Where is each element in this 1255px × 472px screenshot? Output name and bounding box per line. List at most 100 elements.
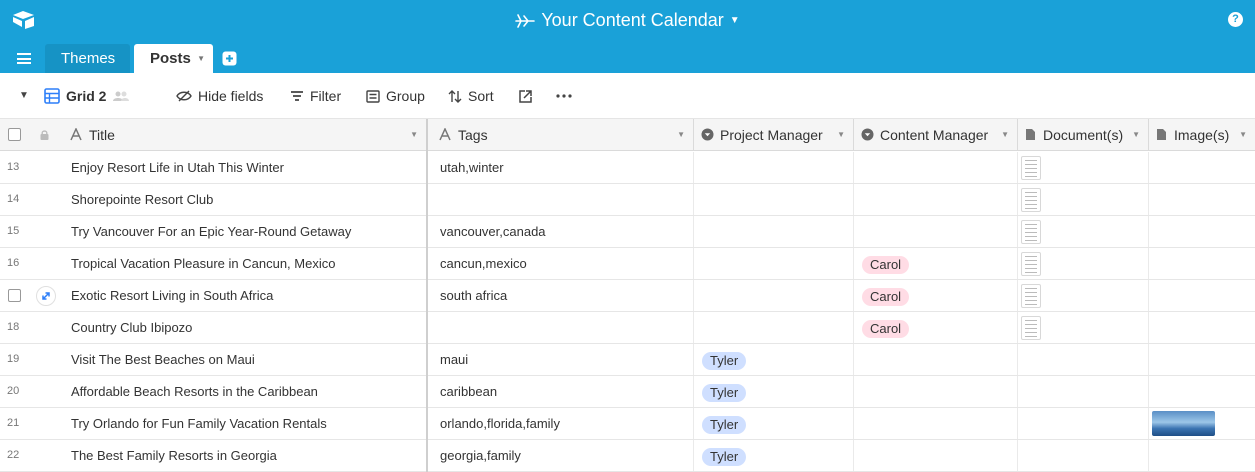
help-icon[interactable]: ? bbox=[1228, 12, 1243, 27]
select-all-checkbox[interactable] bbox=[8, 128, 21, 141]
more-options-button[interactable] bbox=[556, 87, 572, 105]
document-thumbnail-icon[interactable] bbox=[1021, 252, 1041, 276]
cell-images[interactable] bbox=[1149, 280, 1255, 311]
cell-images[interactable] bbox=[1149, 248, 1255, 279]
cell-content-manager[interactable] bbox=[854, 440, 1018, 471]
column-header-documents[interactable]: Document(s) ▼ bbox=[1018, 119, 1149, 151]
cell-tags[interactable]: utah,winter bbox=[428, 152, 694, 183]
table-row[interactable]: 21 Try Orlando for Fun Family Vacation Re… bbox=[0, 408, 1255, 440]
cell-documents[interactable] bbox=[1018, 376, 1149, 407]
cell-content-manager[interactable]: Carol bbox=[854, 280, 1018, 311]
chevron-down-icon[interactable]: ▼ bbox=[837, 119, 845, 151]
cell-documents[interactable] bbox=[1018, 408, 1149, 439]
cell-title[interactable]: Try Vancouver For an Epic Year-Round Get… bbox=[32, 216, 426, 247]
cell-project-manager[interactable] bbox=[694, 248, 854, 279]
cell-tags[interactable]: georgia,family bbox=[428, 440, 694, 471]
cell-documents[interactable] bbox=[1018, 440, 1149, 471]
column-header-images[interactable]: Image(s) ▼ bbox=[1149, 119, 1255, 151]
chevron-down-icon[interactable]: ▼ bbox=[1132, 119, 1140, 151]
column-header-content-manager[interactable]: Content Manager ▼ bbox=[854, 119, 1018, 151]
cell-images[interactable] bbox=[1149, 152, 1255, 183]
hamburger-menu-icon[interactable] bbox=[17, 53, 31, 64]
cell-documents[interactable] bbox=[1018, 152, 1149, 183]
cell-tags[interactable] bbox=[428, 184, 694, 215]
cell-images[interactable] bbox=[1149, 344, 1255, 375]
select-all-cell[interactable] bbox=[0, 119, 32, 151]
table-row[interactable]: 19 Visit The Best Beaches on Maui maui Tyle… bbox=[0, 344, 1255, 376]
row-checkbox[interactable] bbox=[8, 289, 21, 302]
cell-images[interactable] bbox=[1149, 408, 1255, 439]
cell-content-manager[interactable] bbox=[854, 344, 1018, 375]
cell-project-manager[interactable]: Tyler bbox=[694, 408, 854, 439]
cell-title[interactable]: Affordable Beach Resorts in the Caribbea… bbox=[32, 376, 426, 407]
chevron-down-icon[interactable]: ▼ bbox=[1239, 119, 1247, 151]
cell-tags[interactable]: orlando,florida,family bbox=[428, 408, 694, 439]
cell-title[interactable]: Country Club Ibipozo bbox=[32, 312, 426, 343]
table-row[interactable]: 18 Country Club Ibipozo Carol bbox=[0, 312, 1255, 344]
cell-project-manager[interactable]: Tyler bbox=[694, 376, 854, 407]
base-title-button[interactable]: Your Content Calendar ▼ bbox=[0, 8, 1255, 33]
table-row[interactable]: 13 Enjoy Resort Life in Utah This Winter u… bbox=[0, 152, 1255, 184]
cell-project-manager[interactable]: Tyler bbox=[694, 344, 854, 375]
tab-themes[interactable]: Themes bbox=[45, 44, 130, 73]
document-thumbnail-icon[interactable] bbox=[1021, 156, 1041, 180]
filter-button[interactable]: Filter bbox=[290, 87, 341, 105]
cell-title[interactable]: The Best Family Resorts in Georgia bbox=[32, 440, 426, 471]
table-row[interactable]: 22 The Best Family Resorts in Georgia geor… bbox=[0, 440, 1255, 472]
cell-tags[interactable]: caribbean bbox=[428, 376, 694, 407]
cell-project-manager[interactable]: Tyler bbox=[694, 440, 854, 471]
cell-content-manager[interactable] bbox=[854, 408, 1018, 439]
cell-project-manager[interactable] bbox=[694, 280, 854, 311]
cell-content-manager[interactable] bbox=[854, 184, 1018, 215]
views-toggle[interactable]: ▼ bbox=[19, 87, 29, 105]
column-header-tags[interactable]: Tags ▼ bbox=[428, 119, 694, 151]
cell-project-manager[interactable] bbox=[694, 216, 854, 247]
chevron-down-icon[interactable]: ▼ bbox=[677, 119, 685, 151]
table-row[interactable]: Exotic Resort Living in South Africa sout… bbox=[0, 280, 1255, 312]
document-thumbnail-icon[interactable] bbox=[1021, 284, 1041, 308]
cell-tags[interactable]: cancun,mexico bbox=[428, 248, 694, 279]
table-row[interactable]: 16 Tropical Vacation Pleasure in Cancun, … bbox=[0, 248, 1255, 280]
chevron-down-icon[interactable]: ▼ bbox=[1001, 119, 1009, 151]
cell-documents[interactable] bbox=[1018, 248, 1149, 279]
share-view-button[interactable] bbox=[519, 87, 532, 105]
cell-project-manager[interactable] bbox=[694, 152, 854, 183]
cell-documents[interactable] bbox=[1018, 280, 1149, 311]
cell-title[interactable]: Tropical Vacation Pleasure in Cancun, Me… bbox=[32, 248, 426, 279]
cell-content-manager[interactable] bbox=[854, 216, 1018, 247]
cell-images[interactable] bbox=[1149, 184, 1255, 215]
cell-tags[interactable]: south africa bbox=[428, 280, 694, 311]
cell-title[interactable]: Exotic Resort Living in South Africa bbox=[32, 280, 426, 311]
column-header-title[interactable]: Title ▼ bbox=[32, 119, 426, 151]
group-button[interactable]: Group bbox=[366, 87, 425, 105]
cell-tags[interactable]: maui bbox=[428, 344, 694, 375]
cell-tags[interactable] bbox=[428, 312, 694, 343]
cell-content-manager[interactable] bbox=[854, 152, 1018, 183]
cell-content-manager[interactable]: Carol bbox=[854, 312, 1018, 343]
chevron-down-icon[interactable]: ▼ bbox=[410, 119, 418, 151]
cell-documents[interactable] bbox=[1018, 344, 1149, 375]
cell-images[interactable] bbox=[1149, 312, 1255, 343]
sort-button[interactable]: Sort bbox=[448, 87, 494, 105]
cell-documents[interactable] bbox=[1018, 312, 1149, 343]
image-thumbnail[interactable] bbox=[1152, 411, 1215, 436]
cell-title[interactable]: Visit The Best Beaches on Maui bbox=[32, 344, 426, 375]
cell-images[interactable] bbox=[1149, 440, 1255, 471]
cell-title[interactable]: Enjoy Resort Life in Utah This Winter bbox=[32, 152, 426, 183]
document-thumbnail-icon[interactable] bbox=[1021, 220, 1041, 244]
table-row[interactable]: 20 Affordable Beach Resorts in the Caribb… bbox=[0, 376, 1255, 408]
add-table-icon[interactable] bbox=[222, 51, 237, 66]
cell-content-manager[interactable]: Carol bbox=[854, 248, 1018, 279]
table-row[interactable]: 14 Shorepointe Resort Club bbox=[0, 184, 1255, 216]
cell-title[interactable]: Shorepointe Resort Club bbox=[32, 184, 426, 215]
cell-documents[interactable] bbox=[1018, 216, 1149, 247]
table-row[interactable]: 15 Try Vancouver For an Epic Year-Round G… bbox=[0, 216, 1255, 248]
cell-title[interactable]: Try Orlando for Fun Family Vacation Rent… bbox=[32, 408, 426, 439]
hide-fields-button[interactable]: Hide fields bbox=[176, 87, 263, 105]
cell-project-manager[interactable] bbox=[694, 184, 854, 215]
column-header-project-manager[interactable]: Project Manager ▼ bbox=[694, 119, 854, 151]
document-thumbnail-icon[interactable] bbox=[1021, 316, 1041, 340]
cell-images[interactable] bbox=[1149, 216, 1255, 247]
cell-documents[interactable] bbox=[1018, 184, 1149, 215]
document-thumbnail-icon[interactable] bbox=[1021, 188, 1041, 212]
